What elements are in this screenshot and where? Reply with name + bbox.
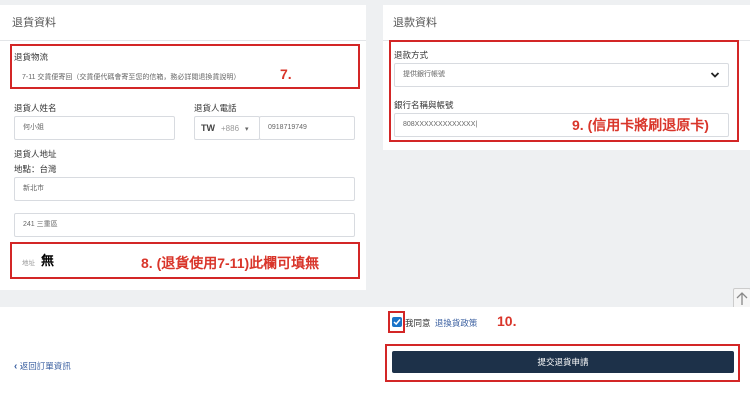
district-field[interactable]: 241 三重區 (14, 213, 355, 237)
phone-country-code: TW (201, 123, 215, 133)
annotation-box-submit (385, 344, 740, 382)
address-region: 地點：台灣 (14, 164, 57, 174)
annotation-10: 10. (497, 313, 517, 329)
annotation-7: 7. (280, 66, 292, 82)
address-label: 退貨人地址 (14, 149, 57, 159)
name-label: 退貨人姓名 (14, 103, 57, 113)
phone-dial-code: +886 (221, 124, 240, 133)
city-field[interactable]: 新北市 (14, 177, 355, 201)
arrow-up-icon (736, 292, 748, 305)
return-info-header: 退貨資料 (0, 5, 366, 41)
annotation-box-checkbox (388, 311, 405, 333)
phone-field[interactable]: 0918719749 (259, 116, 355, 140)
phone-label: 退貨人電話 (194, 103, 237, 113)
annotation-box-logistics (10, 44, 360, 89)
agree-text: 我同意 退換貨政策 (405, 317, 477, 329)
name-field[interactable]: 何小姐 (14, 116, 175, 140)
chevron-left-icon: ‹ (14, 361, 18, 372)
chevron-down-icon: ▾ (245, 126, 249, 133)
annotation-9: 9. (信用卡將刷退原卡) (572, 117, 709, 133)
agree-label: 我同意 (405, 318, 431, 328)
refund-info-header: 退款資料 (383, 5, 750, 41)
back-link-label: 返回訂單資訊 (19, 361, 71, 371)
back-to-order-link[interactable]: ‹ 返回訂單資訊 (14, 360, 71, 372)
phone-country-select[interactable]: TW +886 ▾ (194, 116, 260, 140)
annotation-8: 8. (退貨使用7-11)此欄可填無 (141, 255, 320, 271)
policy-link[interactable]: 退換貨政策 (435, 318, 478, 328)
